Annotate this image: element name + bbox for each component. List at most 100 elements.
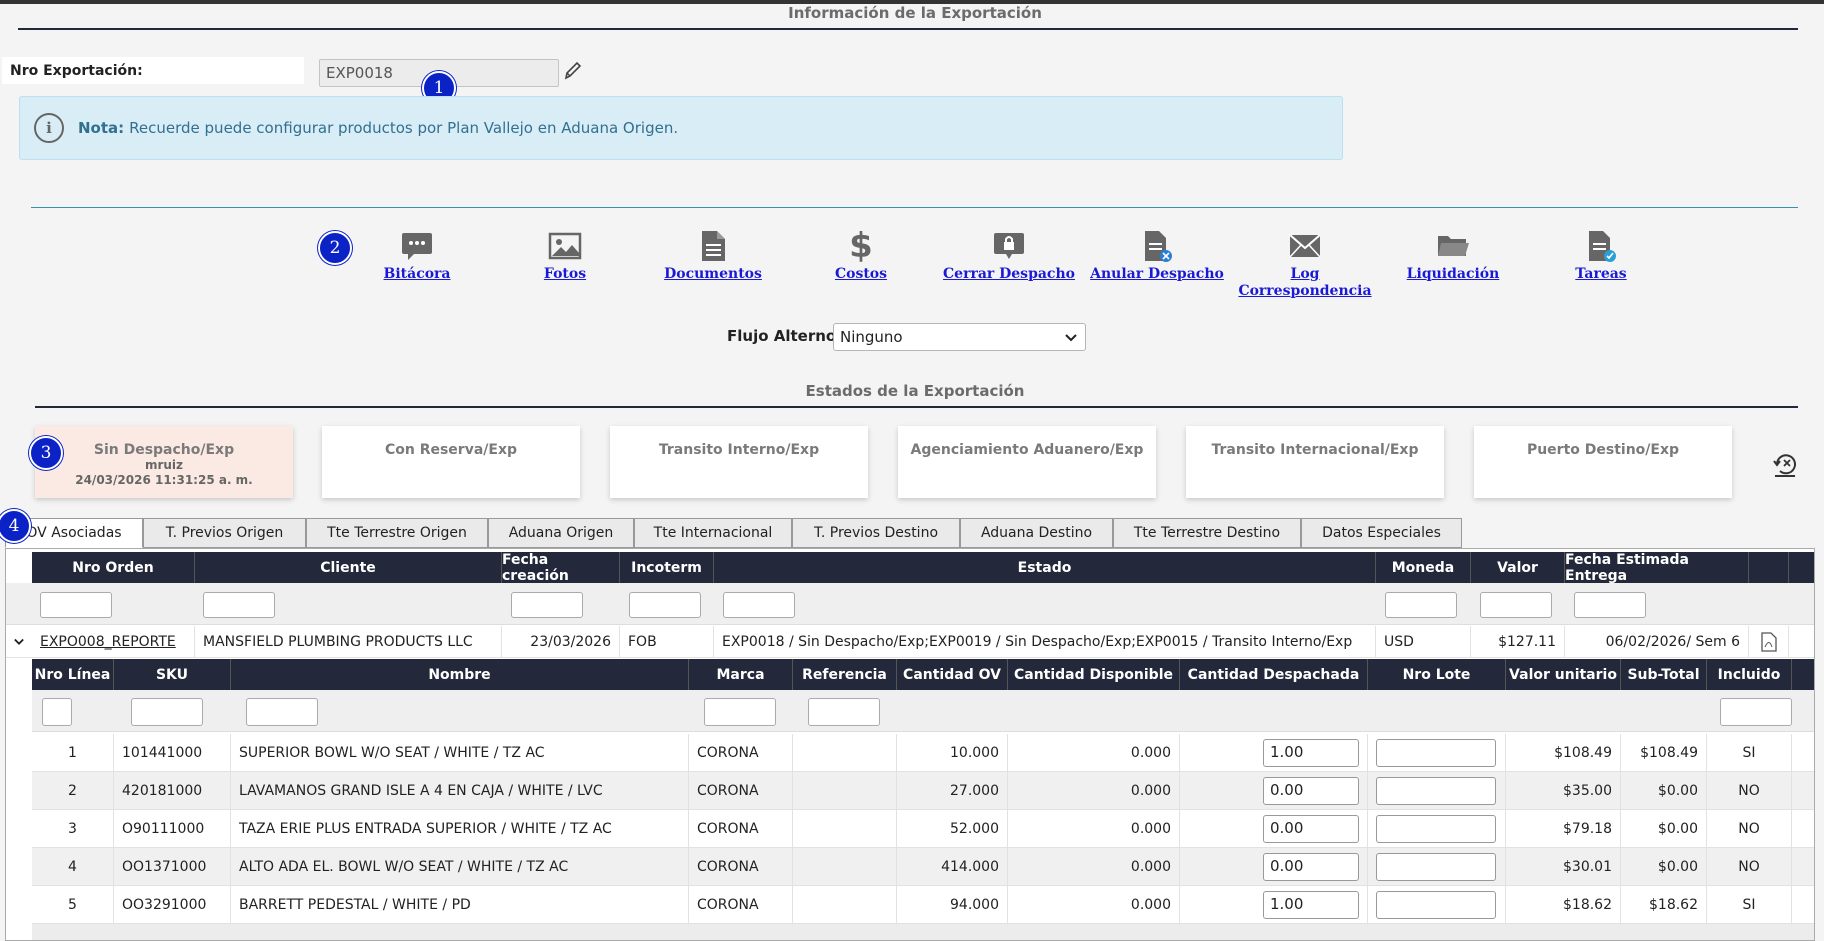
filter-nro-orden[interactable] [40,592,112,618]
col-sub-total[interactable]: Sub-Total [1621,659,1707,690]
nro-lote-input[interactable] [1376,739,1496,767]
bitacora-label[interactable]: Bitácora [347,266,487,283]
state-name: Puerto Destino/Exp [1526,442,1680,458]
state-agenciamiento-aduanero[interactable]: Agenciamiento Aduanero/Exp [898,426,1156,498]
filter-sku[interactable] [131,698,203,726]
col-nro-orden[interactable]: Nro Orden [32,552,195,583]
nro-lote-input[interactable] [1376,777,1496,805]
cantidad-despachada-input[interactable]: 0.00 [1263,777,1359,805]
col-valor-unitario[interactable]: Valor unitario [1506,659,1621,690]
line-sub-total: $0.00 [1621,810,1707,847]
state-sin-despacho[interactable]: Sin Despacho/Exp mruiz 24/03/2026 11:31:… [35,426,293,498]
cantidad-despachada-input[interactable]: 0.00 [1263,815,1359,843]
line-incluido: NO [1707,848,1792,885]
documentos-label[interactable]: Documentos [643,266,783,283]
cantidad-despachada-input[interactable]: 0.00 [1263,853,1359,881]
line-cantidad-ov: 27.000 [897,772,1008,809]
documentos-action[interactable]: Documentos [643,226,783,283]
col-cliente[interactable]: Cliente [195,552,502,583]
line-cantidad-disponible: 0.000 [1008,886,1180,923]
line-cantidad-ov: 414.000 [897,848,1008,885]
anular-despacho-action[interactable]: Anular Despacho [1087,226,1227,283]
filter-nro-linea[interactable] [42,698,72,726]
col-actions [1749,552,1789,583]
edit-pencil-icon[interactable] [563,60,583,86]
col-estado[interactable]: Estado [714,552,1376,583]
line-cantidad-despachada-cell: 0.00 [1180,772,1368,809]
tareas-action[interactable]: Tareas [1531,226,1671,283]
col-sku[interactable]: SKU [114,659,231,690]
action-toolbar: Bitácora Fotos Documentos $ Costos Cerra… [318,226,1627,306]
tab-previos-origen[interactable]: T. Previos Origen [143,518,306,548]
col-cantidad-disponible[interactable]: Cantidad Disponible [1008,659,1180,690]
actions-divider [31,207,1798,208]
anular-despacho-label[interactable]: Anular Despacho [1087,266,1227,283]
table-row: 3 O90111000 TAZA ERIE PLUS ENTRADA SUPER… [32,810,1814,848]
nro-lote-input[interactable] [1376,853,1496,881]
log-correspondencia-label[interactable]: Log Correspondencia [1235,266,1375,300]
order-number-link[interactable]: EXPO008_REPORTE [32,626,195,657]
line-incluido: SI [1707,734,1792,771]
filter-fecha-creacion[interactable] [511,592,583,618]
filter-valor[interactable] [1480,592,1552,618]
col-valor[interactable]: Valor [1471,552,1565,583]
filter-marca[interactable] [704,698,776,726]
expand-chevron-icon[interactable] [6,626,32,657]
nro-lote-input[interactable] [1376,815,1496,843]
line-marca: CORONA [689,810,793,847]
state-transito-internacional[interactable]: Transito Internacional/Exp [1186,426,1444,498]
flujo-alterno-select[interactable]: Ninguno [833,323,1086,351]
tab-previos-destino[interactable]: T. Previos Destino [792,518,960,548]
col-referencia[interactable]: Referencia [793,659,897,690]
tab-aduana-destino[interactable]: Aduana Destino [960,518,1113,548]
fotos-action[interactable]: Fotos [495,226,635,283]
history-reset-icon[interactable] [1771,450,1799,482]
col-incoterm[interactable]: Incoterm [620,552,714,583]
col-marca[interactable]: Marca [689,659,793,690]
image-icon [495,226,635,266]
costos-label[interactable]: Costos [791,266,931,283]
state-user: mruiz [144,458,184,472]
line-nombre: TAZA ERIE PLUS ENTRADA SUPERIOR / WHITE … [231,810,689,847]
filter-referencia[interactable] [808,698,880,726]
line-cantidad-ov: 52.000 [897,810,1008,847]
tab-tte-terrestre-origen[interactable]: Tte Terrestre Origen [306,518,488,548]
state-transito-interno[interactable]: Transito Interno/Exp [610,426,868,498]
tab-aduana-origen[interactable]: Aduana Origen [488,518,634,548]
filter-incluido[interactable] [1720,698,1792,726]
cantidad-despachada-input[interactable]: 1.00 [1263,891,1359,919]
col-cantidad-despachada[interactable]: Cantidad Despachada [1180,659,1368,690]
tab-tte-terrestre-destino[interactable]: Tte Terrestre Destino [1113,518,1301,548]
state-con-reserva[interactable]: Con Reserva/Exp [322,426,580,498]
col-fecha-estimada[interactable]: Fecha Estimada Entrega [1565,552,1749,584]
filter-moneda[interactable] [1385,592,1457,618]
liquidacion-action[interactable]: Liquidación [1383,226,1523,283]
tab-tte-internacional[interactable]: Tte Internacional [634,518,792,548]
fotos-label[interactable]: Fotos [495,266,635,283]
bitacora-action[interactable]: Bitácora [347,226,487,283]
col-incluido[interactable]: Incluido [1707,659,1792,690]
nro-lote-input[interactable] [1376,891,1496,919]
col-fecha-creacion[interactable]: Fecha creación [502,552,620,584]
pdf-icon[interactable] [1749,626,1789,657]
filter-nombre[interactable] [246,698,318,726]
cerrar-despacho-label[interactable]: Cerrar Despacho [939,266,1079,283]
col-nro-lote[interactable]: Nro Lote [1368,659,1506,690]
cerrar-despacho-action[interactable]: Cerrar Despacho [939,226,1079,283]
cantidad-despachada-input[interactable]: 1.00 [1263,739,1359,767]
col-nro-linea[interactable]: Nro Línea [32,659,114,690]
state-puerto-destino[interactable]: Puerto Destino/Exp [1474,426,1732,498]
tareas-label[interactable]: Tareas [1531,266,1671,283]
col-nombre[interactable]: Nombre [231,659,689,690]
filter-incoterm[interactable] [629,592,701,618]
col-moneda[interactable]: Moneda [1376,552,1471,583]
col-cantidad-ov[interactable]: Cantidad OV [897,659,1008,690]
info-icon: i [34,113,64,143]
costos-action[interactable]: $ Costos [791,226,931,283]
liquidacion-label[interactable]: Liquidación [1383,266,1523,283]
filter-fecha-estimada[interactable] [1574,592,1646,618]
log-correspondencia-action[interactable]: Log Correspondencia [1235,226,1375,300]
filter-estado[interactable] [723,592,795,618]
tab-datos-especiales[interactable]: Datos Especiales [1301,518,1462,548]
filter-cliente[interactable] [203,592,275,618]
